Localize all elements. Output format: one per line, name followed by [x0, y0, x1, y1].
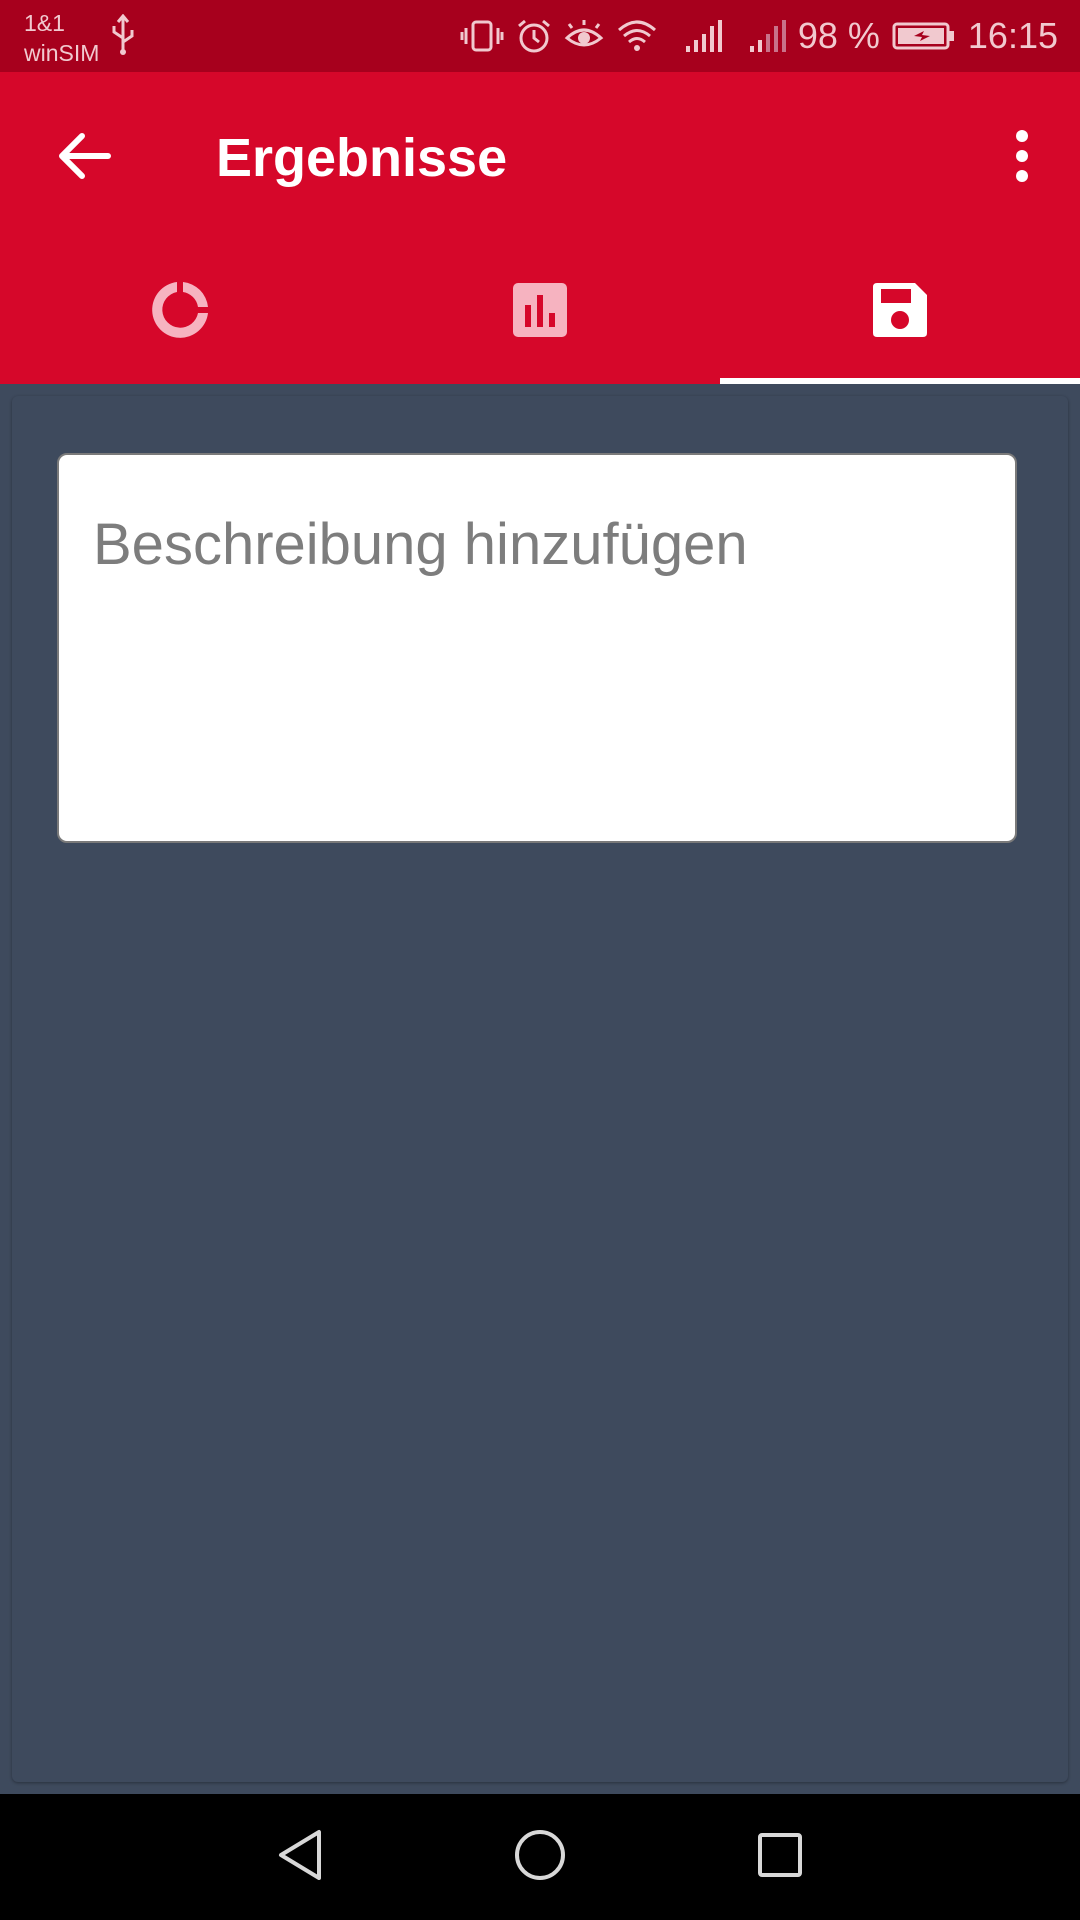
back-triangle-icon — [275, 1828, 325, 1887]
nav-home-button[interactable] — [507, 1824, 573, 1890]
carrier-line-1: 1&1 — [24, 10, 65, 36]
tab-save[interactable] — [720, 240, 1080, 384]
save-icon — [871, 281, 929, 344]
content-card — [12, 396, 1068, 1782]
wifi-icon — [616, 18, 658, 54]
bar-chart-icon — [511, 281, 569, 344]
signal-icon — [748, 18, 786, 54]
more-vert-icon — [1014, 129, 1030, 187]
carrier-line-2: winSIM — [24, 40, 100, 66]
back-button[interactable] — [48, 122, 120, 194]
donut-chart-icon — [148, 278, 212, 347]
carrier-label: 1&1 winSIM — [24, 8, 99, 68]
eye-comfort-icon — [564, 18, 604, 54]
tab-summary[interactable] — [0, 240, 360, 384]
main-content — [0, 384, 1080, 1794]
signal-icon — [684, 18, 722, 54]
tab-statistics[interactable] — [360, 240, 720, 384]
clock: 16:15 — [967, 15, 1058, 56]
nav-recents-button[interactable] — [747, 1824, 813, 1890]
more-options-button[interactable] — [998, 122, 1046, 194]
description-input[interactable] — [59, 455, 1015, 841]
recents-square-icon — [756, 1831, 804, 1884]
status-bar: 1&1 winSIM 98 % 16:15 — [0, 0, 1080, 72]
description-field[interactable] — [57, 453, 1017, 843]
tab-bar — [0, 240, 1080, 384]
vibrate-icon — [460, 18, 504, 54]
usb-icon — [110, 13, 136, 61]
alarm-icon — [516, 18, 552, 54]
status-icons: 98 % 16:15 — [448, 0, 1058, 72]
screen: 1&1 winSIM 98 % 16:15 Ergebnisse Beschre… — [0, 0, 1080, 1920]
home-circle-icon — [513, 1828, 567, 1887]
nav-back-button[interactable] — [267, 1824, 333, 1890]
app-bar: Ergebnisse — [0, 72, 1080, 384]
page-title: Ergebnisse — [216, 128, 508, 188]
battery-charging-icon — [892, 20, 956, 52]
system-nav-bar — [0, 1794, 1080, 1920]
arrow-back-icon — [56, 131, 112, 186]
battery-percent: 98 % — [797, 15, 880, 56]
